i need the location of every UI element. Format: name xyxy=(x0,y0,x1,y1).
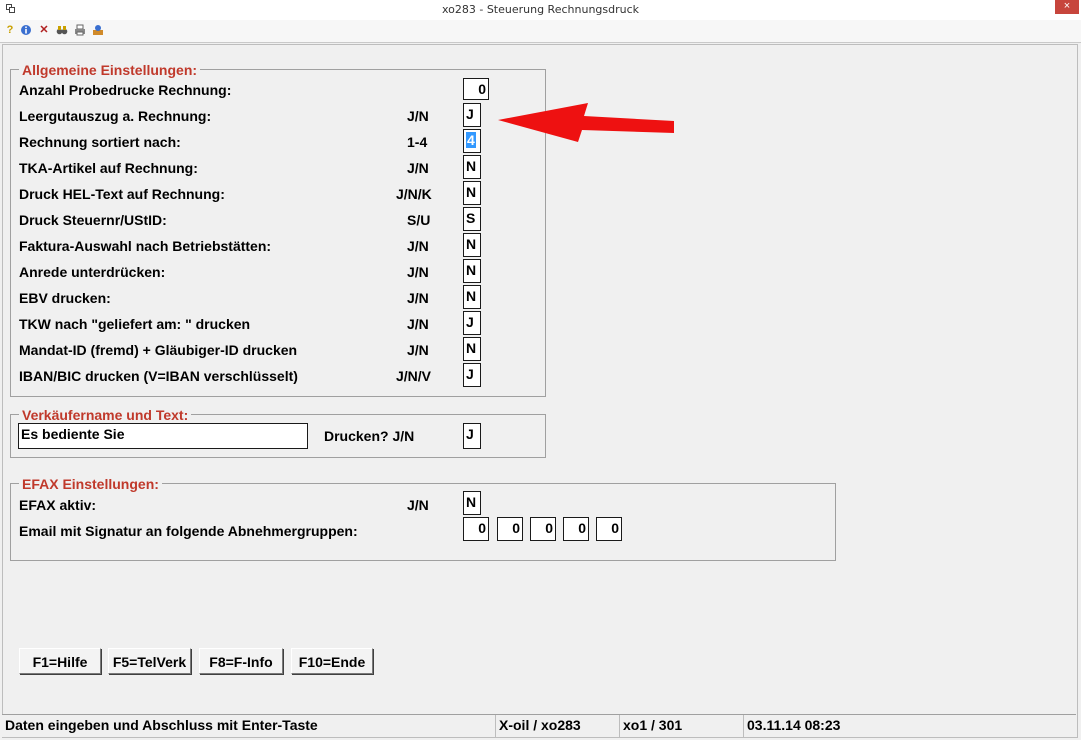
row-format: J/N xyxy=(407,238,429,254)
row-label: Anrede unterdrücken: xyxy=(19,264,166,280)
ebv-field[interactable]: N xyxy=(463,285,481,309)
row-format: J/N/V xyxy=(396,368,432,384)
cancel-icon[interactable]: ✕ xyxy=(38,24,50,36)
status-datetime: 03.11.14 08:23 xyxy=(747,717,841,733)
row-format: J/N xyxy=(407,264,429,280)
binoculars-icon[interactable] xyxy=(56,24,68,36)
red-arrow-annotation xyxy=(498,103,674,142)
invoice-sort-field[interactable]: 4 xyxy=(463,129,481,153)
efax-group: EFAX Einstellungen: xyxy=(10,476,836,561)
print-label: Drucken? J/N xyxy=(324,428,415,444)
row-label: TKW nach "geliefert am: " drucken xyxy=(19,316,251,332)
end-button[interactable]: F10=Ende xyxy=(291,648,373,674)
efax-active-format: J/N xyxy=(407,497,429,513)
efax-groups-label: Email mit Signatur an folgende Abnehmerg… xyxy=(19,523,358,539)
row-format: J/N xyxy=(407,160,429,176)
help-icon[interactable]: ? xyxy=(4,24,16,36)
tools-icon[interactable] xyxy=(92,24,104,36)
general-settings-title: Allgemeine Einstellungen: xyxy=(19,62,201,78)
tka-article-field[interactable]: N xyxy=(463,155,481,179)
invoice-sort-value: 4 xyxy=(466,132,476,148)
row-label: Rechnung sortiert nach: xyxy=(19,134,181,150)
row-format: J/N xyxy=(407,290,429,306)
customer-group-field-5[interactable]: 0 xyxy=(596,517,622,541)
status-program: X-oil / xo283 xyxy=(496,715,620,737)
row-format: J/N/K xyxy=(396,186,432,202)
hel-text-field[interactable]: N xyxy=(463,181,481,205)
seller-group-title: Verkäufername und Text: xyxy=(19,407,192,423)
row-label: TKA-Artikel auf Rechnung: xyxy=(19,160,198,176)
branch-selection-field[interactable]: N xyxy=(463,233,481,257)
row-label: Druck HEL-Text auf Rechnung: xyxy=(19,186,225,202)
status-user: xo1 / 301 xyxy=(620,715,744,737)
mandate-id-field[interactable]: N xyxy=(463,337,481,361)
telverk-button[interactable]: F5=TelVerk xyxy=(108,648,191,674)
efax-group-title: EFAX Einstellungen: xyxy=(19,476,162,492)
row-label: Leergutauszug a. Rechnung: xyxy=(19,108,212,124)
row-label: IBAN/BIC drucken (V=IBAN verschlüsselt) xyxy=(19,368,298,384)
toolbar: ? ✕ xyxy=(0,20,1081,43)
help-button[interactable]: F1=Hilfe xyxy=(19,648,101,674)
seller-print-field[interactable]: J xyxy=(463,423,481,449)
customer-group-field-1[interactable]: 0 xyxy=(463,517,489,541)
efax-active-label: EFAX aktiv: xyxy=(19,497,97,513)
row-label: Anzahl Probedrucke Rechnung: xyxy=(19,82,232,98)
row-format: J/N xyxy=(407,316,429,332)
customer-group-field-4[interactable]: 0 xyxy=(563,517,589,541)
customer-group-field-3[interactable]: 0 xyxy=(530,517,556,541)
finfo-button[interactable]: F8=F-Info xyxy=(199,648,283,674)
print-icon[interactable] xyxy=(74,24,86,36)
info-icon[interactable] xyxy=(20,24,32,36)
status-message: Daten eingeben und Abschluss mit Enter-T… xyxy=(2,715,496,737)
salutation-field[interactable]: N xyxy=(463,259,481,283)
status-bar: Daten eingeben und Abschluss mit Enter-T… xyxy=(2,714,1076,737)
row-label: Druck Steuernr/UStID: xyxy=(19,212,167,228)
window-title: xo283 - Steuerung Rechnungsdruck xyxy=(441,3,640,16)
row-format: J/N xyxy=(407,108,429,124)
row-label: Mandat-ID (fremd) + Gläubiger-ID drucken xyxy=(19,342,298,358)
empties-extract-field[interactable]: J xyxy=(463,103,481,127)
row-format: 1-4 xyxy=(407,134,428,150)
row-label: Faktura-Auswahl nach Betriebstätten: xyxy=(19,238,272,254)
efax-active-field[interactable]: N xyxy=(463,491,481,515)
customer-group-field-2[interactable]: 0 xyxy=(497,517,523,541)
row-format: J/N xyxy=(407,342,429,358)
close-button[interactable]: × xyxy=(1055,0,1079,14)
row-label: EBV drucken: xyxy=(19,290,111,306)
sample-prints-field[interactable]: 0 xyxy=(463,78,489,100)
tax-number-field[interactable]: S xyxy=(463,207,481,231)
title-bar: xo283 - Steuerung Rechnungsdruck × xyxy=(0,0,1081,21)
row-format: S/U xyxy=(407,212,431,228)
iban-bic-field[interactable]: J xyxy=(463,363,481,387)
tkw-delivered-field[interactable]: J xyxy=(463,311,481,335)
seller-text-input[interactable]: Es bediente Sie xyxy=(18,423,308,449)
